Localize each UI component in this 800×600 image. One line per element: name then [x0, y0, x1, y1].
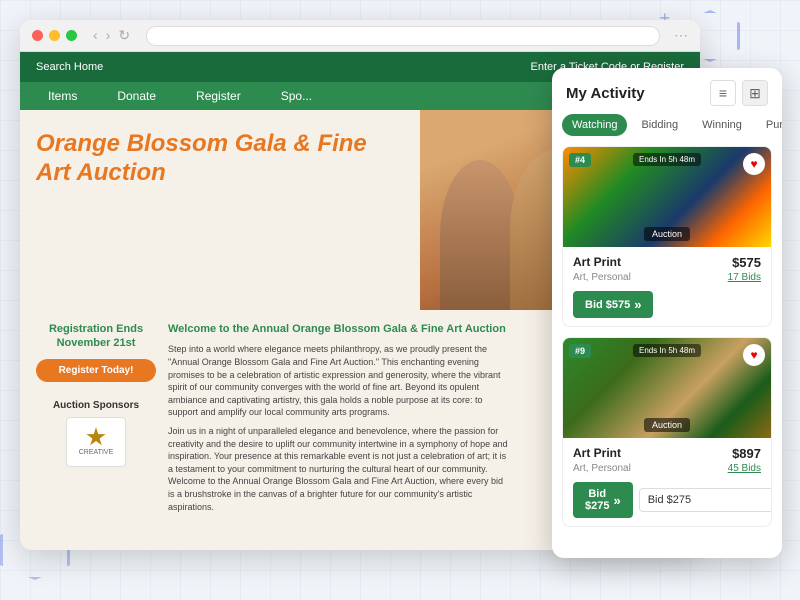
- panel-view-icons: ≡ ⊞: [710, 80, 768, 106]
- card-2-bid-button[interactable]: Bid $275 »: [573, 482, 633, 518]
- card-2-timer: Ends In 5h 48m: [633, 344, 701, 357]
- chevron-right-icon-2: »: [613, 493, 620, 508]
- reload-icon[interactable]: ↻: [118, 27, 130, 44]
- welcome-body-1: Step into a world where elegance meets p…: [168, 343, 512, 419]
- maximize-button[interactable]: [66, 30, 77, 41]
- card-2-bids[interactable]: 45 Bids: [728, 463, 761, 474]
- card-2-image: #9 Ends In 5h 48m Auction ♥: [563, 338, 771, 438]
- card-1-body: Art Print $575 Art, Personal 17 Bids Bid…: [563, 247, 771, 326]
- hero-left: Orange Blossom Gala & Fine Art Auction: [20, 110, 420, 310]
- search-home-link[interactable]: Search Home: [36, 61, 103, 73]
- sponsor-icon: [86, 427, 106, 447]
- url-bar[interactable]: [146, 26, 660, 46]
- welcome-body-2: Join us in a night of unparalleled elega…: [168, 425, 512, 513]
- card-2-title-row: Art Print $897: [573, 446, 761, 461]
- card-1-title-row: Art Print $575: [573, 255, 761, 270]
- browser-titlebar: ‹ › ↻ ⋯: [20, 20, 700, 52]
- card-1-bids[interactable]: 17 Bids: [728, 272, 761, 283]
- tab-bidding[interactable]: Bidding: [631, 114, 688, 136]
- panel-header: My Activity ≡ ⊞: [552, 68, 782, 114]
- tab-winning[interactable]: Winning: [692, 114, 752, 136]
- person-1: [440, 160, 520, 310]
- panel-tabs: Watching Bidding Winning Purchases: [552, 114, 782, 136]
- activity-panel: My Activity ≡ ⊞ Watching Bidding Winning…: [552, 68, 782, 558]
- list-icon: ≡: [719, 85, 727, 101]
- tab-watching[interactable]: Watching: [562, 114, 627, 136]
- card-1-title: Art Print: [573, 255, 621, 269]
- browser-menu-icon[interactable]: ⋯: [674, 27, 688, 44]
- card-2-subtitle: Art, Personal: [573, 463, 631, 474]
- card-1-bid-button[interactable]: Bid $575 »: [573, 291, 653, 318]
- nav-donate[interactable]: Donate: [97, 82, 176, 110]
- hero-title: Orange Blossom Gala & Fine Art Auction: [36, 130, 404, 188]
- sponsor-logo: CREATIVE: [66, 417, 126, 467]
- browser-nav: ‹ › ↻: [93, 27, 130, 44]
- registration-ends-label: Registration Ends November 21st: [36, 322, 156, 351]
- close-button[interactable]: [32, 30, 43, 41]
- minimize-button[interactable]: [49, 30, 60, 41]
- auction-card-2: #9 Ends In 5h 48m Auction ♥ Art Print $8…: [562, 337, 772, 527]
- sponsors-title: Auction Sponsors: [36, 400, 156, 411]
- grid-icon: ⊞: [749, 85, 761, 102]
- panel-title: My Activity: [566, 85, 645, 102]
- list-view-button[interactable]: ≡: [710, 80, 736, 106]
- chevron-right-icon: »: [634, 297, 641, 312]
- card-2-favorite-button[interactable]: ♥: [743, 344, 765, 366]
- auction-card-1: #4 Ends In 5h 48m Auction ♥ Art Print $5…: [562, 146, 772, 327]
- forward-icon[interactable]: ›: [106, 27, 111, 44]
- card-1-badge: #4: [569, 153, 591, 167]
- welcome-title: Welcome to the Annual Orange Blossom Gal…: [168, 322, 512, 337]
- registration-box: Registration Ends November 21st Register…: [36, 322, 156, 528]
- back-icon[interactable]: ‹: [93, 27, 98, 44]
- card-1-image: #4 Ends In 5h 48m Auction ♥: [563, 147, 771, 247]
- nav-register[interactable]: Register: [176, 82, 261, 110]
- card-1-type: Auction: [644, 227, 690, 241]
- nav-sponsors[interactable]: Spo...: [261, 82, 332, 110]
- grid-view-button[interactable]: ⊞: [742, 80, 768, 106]
- card-1-subtitle: Art, Personal: [573, 272, 631, 283]
- card-1-favorite-button[interactable]: ♥: [743, 153, 765, 175]
- card-1-timer: Ends In 5h 48m: [633, 153, 701, 166]
- card-2-price: $897: [732, 446, 761, 461]
- register-today-button[interactable]: Register Today!: [36, 359, 156, 382]
- card-2-type: Auction: [644, 418, 690, 432]
- welcome-section: Welcome to the Annual Orange Blossom Gal…: [168, 322, 512, 528]
- card-2-bid-input[interactable]: [639, 488, 772, 512]
- card-2-badge: #9: [569, 344, 591, 358]
- card-2-title: Art Print: [573, 446, 621, 460]
- card-2-actions: Bid $275 »: [573, 482, 761, 518]
- card-1-actions: Bid $575 »: [573, 291, 761, 318]
- tab-purchases[interactable]: Purchases: [756, 114, 782, 136]
- card-1-price: $575: [732, 255, 761, 270]
- nav-items[interactable]: Items: [28, 82, 97, 110]
- card-2-body: Art Print $897 Art, Personal 45 Bids Bid…: [563, 438, 771, 526]
